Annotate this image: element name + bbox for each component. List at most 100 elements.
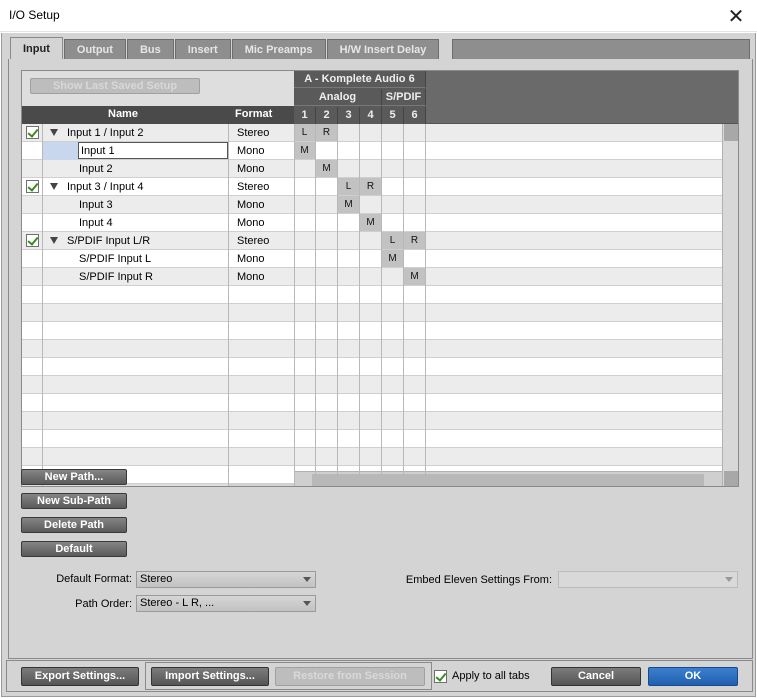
sub-path-row[interactable]: Input 2 Mono M: [22, 160, 722, 178]
path-format: Mono: [237, 217, 265, 229]
path-active-checkbox[interactable]: [26, 126, 39, 139]
empty-row[interactable]: [22, 412, 722, 430]
window-title: I/O Setup: [9, 8, 60, 22]
embed-settings-label: Embed Eleven Settings From:: [405, 574, 552, 586]
sub-path-row[interactable]: Mono M: [22, 142, 722, 160]
new-sub-path-button[interactable]: New Sub-Path: [21, 493, 127, 509]
grid-column-divider: [294, 124, 295, 486]
grid-column-divider: [228, 124, 229, 486]
title-bar: I/O Setup ✕: [0, 0, 757, 32]
default-format-select[interactable]: Stereo: [136, 571, 316, 588]
path-name-input[interactable]: [78, 142, 228, 159]
vertical-scrollbar[interactable]: [722, 124, 738, 486]
expand-triangle-icon[interactable]: [50, 183, 58, 190]
show-last-saved-setup-button: Show Last Saved Setup: [30, 78, 200, 94]
grid-column-divider: [359, 124, 360, 486]
path-active-checkbox[interactable]: [26, 234, 39, 247]
path-row[interactable]: S/PDIF Input L/R Stereo L R: [22, 232, 722, 250]
path-format: Stereo: [237, 235, 270, 247]
empty-row[interactable]: [22, 376, 722, 394]
device-header: A - Komplete Audio 6 Analog S/PDIF 1 2 3 4 5 6: [294, 71, 738, 124]
grid-column-divider: [42, 124, 43, 486]
path-format: Mono: [237, 253, 265, 265]
scroll-up-arrow[interactable]: [724, 124, 738, 141]
path-order-value: Stereo - L R, ...: [140, 597, 215, 609]
tab-insert[interactable]: Insert: [174, 39, 231, 59]
grid-header: Name Format: [22, 106, 294, 124]
channel-assignment-cell[interactable]: M: [338, 196, 359, 213]
close-icon[interactable]: ✕: [715, 0, 757, 32]
scroll-down-arrow[interactable]: [724, 471, 738, 486]
path-format: Mono: [237, 163, 265, 175]
io-grid: Show Last Saved Setup Name Format A - Ko…: [21, 70, 739, 487]
embed-settings-select[interactable]: [558, 571, 738, 588]
channel-number-header: 2: [316, 107, 338, 124]
empty-row[interactable]: [22, 430, 722, 448]
new-path-button[interactable]: New Path...: [21, 469, 127, 485]
path-active-checkbox[interactable]: [26, 180, 39, 193]
path-name: Input 3 / Input 4: [67, 181, 144, 193]
path-format: Stereo: [237, 127, 270, 139]
channel-group-header: S/PDIF: [382, 89, 426, 106]
path-row[interactable]: Input 3 / Input 4 Stereo L R: [22, 178, 722, 196]
empty-row[interactable]: [22, 340, 722, 358]
tab-bus[interactable]: Bus: [126, 39, 174, 59]
empty-row[interactable]: [22, 394, 722, 412]
grid-column-divider: [425, 124, 426, 486]
export-settings-button[interactable]: Export Settings...: [21, 667, 139, 686]
path-name: S/PDIF Input R: [79, 271, 153, 283]
tab-bar: Input Output Bus Insert Mic Preamps H/W Inser…: [10, 37, 440, 59]
horizontal-scroll-thumb[interactable]: [312, 474, 704, 486]
channel-assignment-cell[interactable]: L: [294, 124, 315, 141]
empty-row[interactable]: [22, 448, 722, 466]
expand-triangle-icon[interactable]: [50, 237, 58, 244]
grid-column-divider: [403, 124, 404, 486]
channel-number-header: 5: [382, 107, 404, 124]
tab-h-w-insert-delay[interactable]: H/W Insert Delay: [326, 39, 440, 59]
path-format: Mono: [237, 271, 265, 283]
default-format-label: Default Format:: [56, 573, 132, 585]
channel-assignment-cell[interactable]: R: [360, 178, 381, 195]
channel-assignment-cell[interactable]: M: [404, 268, 425, 285]
tab-input[interactable]: Input: [10, 37, 63, 59]
ok-button[interactable]: OK: [648, 667, 738, 686]
path-name: Input 1 / Input 2: [67, 127, 144, 139]
channel-assignment-cell[interactable]: M: [360, 214, 381, 231]
channel-assignment-cell[interactable]: R: [316, 124, 337, 141]
channel-group-header: Analog: [294, 89, 382, 106]
channel-assignment-cell[interactable]: R: [404, 232, 425, 249]
path-row[interactable]: Input 1 / Input 2 Stereo L R: [22, 124, 722, 142]
path-format: Mono: [237, 199, 265, 211]
path-name: S/PDIF Input L: [79, 253, 152, 265]
sub-path-row[interactable]: S/PDIF Input R Mono M: [22, 268, 722, 286]
sub-path-row[interactable]: Input 4 Mono M: [22, 214, 722, 232]
default-button[interactable]: Default: [21, 541, 127, 557]
channel-assignment-cell[interactable]: M: [294, 142, 315, 159]
cancel-button[interactable]: Cancel: [551, 667, 641, 686]
sub-path-row[interactable]: Input 3 Mono M: [22, 196, 722, 214]
delete-path-button[interactable]: Delete Path: [21, 517, 127, 533]
channel-assignment-cell[interactable]: M: [382, 250, 403, 267]
device-header-empty: [426, 71, 738, 124]
tab-output[interactable]: Output: [63, 39, 126, 59]
empty-row[interactable]: [22, 322, 722, 340]
import-settings-button[interactable]: Import Settings...: [151, 667, 269, 686]
tab-mic-preamps[interactable]: Mic Preamps: [231, 39, 326, 59]
channel-assignment-cell[interactable]: M: [316, 160, 337, 177]
restore-from-session-button[interactable]: Restore from Session: [275, 667, 425, 686]
channel-assignment-cell[interactable]: L: [382, 232, 403, 249]
empty-row[interactable]: [22, 358, 722, 376]
expand-triangle-icon[interactable]: [50, 129, 58, 136]
path-order-select[interactable]: Stereo - L R, ...: [136, 595, 316, 612]
footer-bar: Export Settings... Import Settings... Re…: [6, 660, 753, 692]
chevron-down-icon: [725, 577, 733, 582]
channel-number-header: 4: [360, 107, 382, 124]
sub-path-row[interactable]: S/PDIF Input L Mono M: [22, 250, 722, 268]
empty-row[interactable]: [22, 304, 722, 322]
col-header-name: Name: [108, 108, 138, 120]
channel-assignment-cell[interactable]: L: [338, 178, 359, 195]
empty-row[interactable]: [22, 286, 722, 304]
channel-number-header: 1: [294, 107, 316, 124]
apply-to-all-tabs-checkbox[interactable]: [434, 670, 447, 683]
path-format: Stereo: [237, 181, 270, 193]
